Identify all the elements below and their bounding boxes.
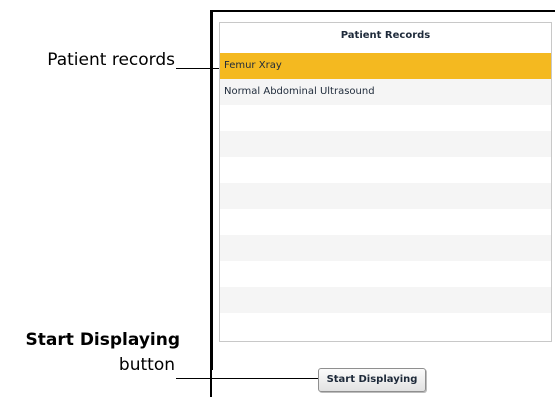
empty-list-row[interactable] — [220, 131, 551, 157]
callout-leader-line-button — [176, 378, 321, 379]
patient-record-item[interactable]: Femur Xray — [220, 53, 551, 79]
start-displaying-button[interactable]: Start Displaying — [318, 368, 426, 392]
patient-records-list: Patient Records Femur Xray Normal Abdomin… — [219, 22, 552, 342]
patient-records-header: Patient Records — [340, 30, 431, 41]
empty-list-row[interactable] — [220, 235, 551, 261]
callout-start-displaying-suffix: button — [118, 355, 175, 375]
empty-list-row[interactable] — [220, 261, 551, 287]
panel-frame-left-border-lower — [210, 370, 212, 397]
patient-record-item[interactable]: Normal Abdominal Ultrasound — [220, 79, 551, 105]
empty-list-row[interactable] — [220, 105, 551, 131]
patient-records-rows: Femur Xray Normal Abdominal Ultrasound — [220, 53, 551, 339]
callout-leader-line-records — [176, 68, 220, 69]
callout-patient-records: Patient records — [47, 50, 175, 70]
panel-frame-top-border — [210, 10, 555, 12]
empty-list-row[interactable] — [220, 157, 551, 183]
empty-list-row[interactable] — [220, 183, 551, 209]
empty-list-row[interactable] — [220, 287, 551, 313]
empty-list-row[interactable] — [220, 313, 551, 339]
callout-start-displaying-title: Start Displaying — [25, 330, 180, 350]
panel-frame-left-border — [210, 10, 213, 370]
empty-list-row[interactable] — [220, 209, 551, 235]
